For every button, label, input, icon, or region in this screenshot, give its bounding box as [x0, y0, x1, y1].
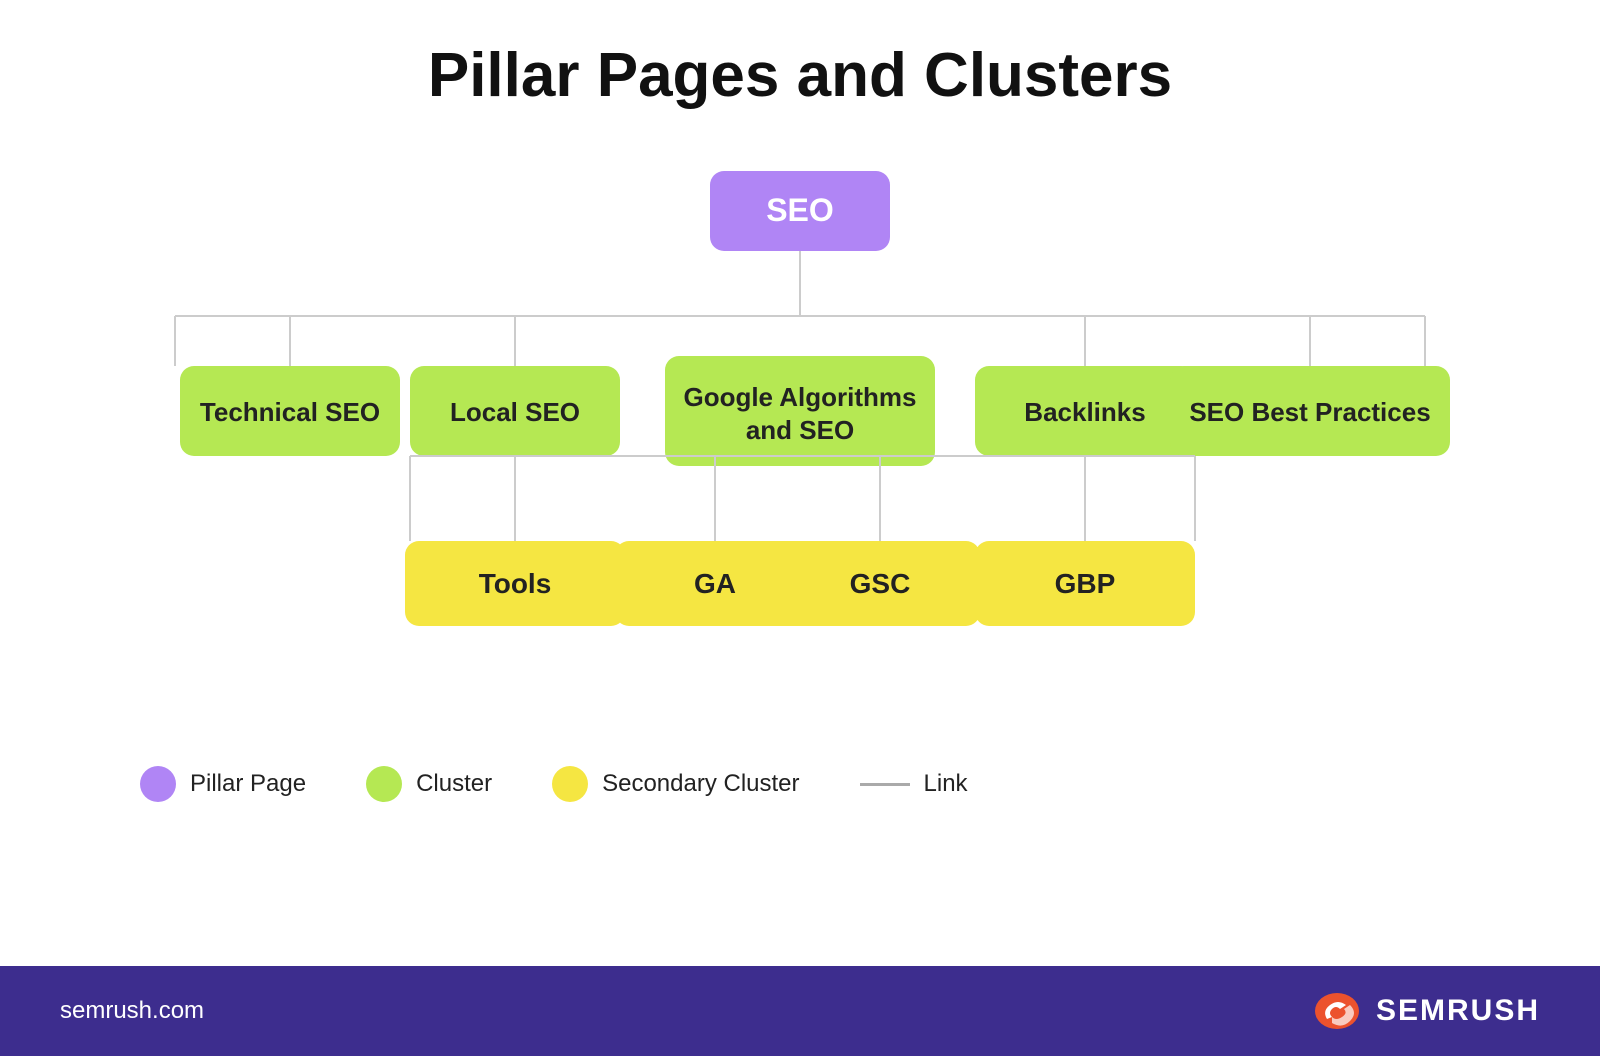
- legend-pillar-page: Pillar Page: [140, 766, 306, 802]
- node-technical-seo-label: Technical SEO: [200, 397, 380, 427]
- node-ga-label: GA: [694, 568, 736, 599]
- footer: semrush.com SEMRUSH: [0, 966, 1600, 1056]
- diagram-container: SEO Technical SEO: [100, 161, 1500, 726]
- semrush-icon: [1312, 991, 1362, 1031]
- diagram-svg: SEO Technical SEO: [100, 161, 1500, 721]
- footer-brand: SEMRUSH: [1376, 994, 1540, 1028]
- node-seo-label: SEO: [766, 192, 834, 228]
- legend-cluster: Cluster: [366, 766, 492, 802]
- footer-logo: SEMRUSH: [1312, 991, 1540, 1031]
- legend-link-line: [860, 783, 910, 786]
- legend-cluster-label: Cluster: [416, 770, 492, 798]
- footer-url: semrush.com: [60, 997, 204, 1025]
- legend-secondary-cluster: Secondary Cluster: [552, 766, 799, 802]
- legend-link: Link: [860, 770, 968, 798]
- node-gbp-label: GBP: [1055, 568, 1116, 599]
- node-tools-label: Tools: [479, 568, 552, 599]
- node-google-algorithms-label1: Google Algorithms: [683, 382, 916, 412]
- legend-pillar-circle: [140, 766, 176, 802]
- page-title: Pillar Pages and Clusters: [428, 40, 1172, 111]
- legend-secondary-label: Secondary Cluster: [602, 770, 799, 798]
- node-local-seo-label: Local SEO: [450, 397, 580, 427]
- legend: Pillar Page Cluster Secondary Cluster Li…: [60, 766, 968, 802]
- legend-secondary-circle: [552, 766, 588, 802]
- node-google-algorithms-label2: and SEO: [746, 415, 854, 445]
- legend-cluster-circle: [366, 766, 402, 802]
- legend-link-label: Link: [924, 770, 968, 798]
- main-content: Pillar Pages and Clusters SEO: [0, 0, 1600, 966]
- node-backlinks-label: Backlinks: [1024, 397, 1145, 427]
- node-seo-best-practices-label: SEO Best Practices: [1189, 397, 1430, 427]
- legend-pillar-label: Pillar Page: [190, 770, 306, 798]
- node-gsc-label: GSC: [850, 568, 911, 599]
